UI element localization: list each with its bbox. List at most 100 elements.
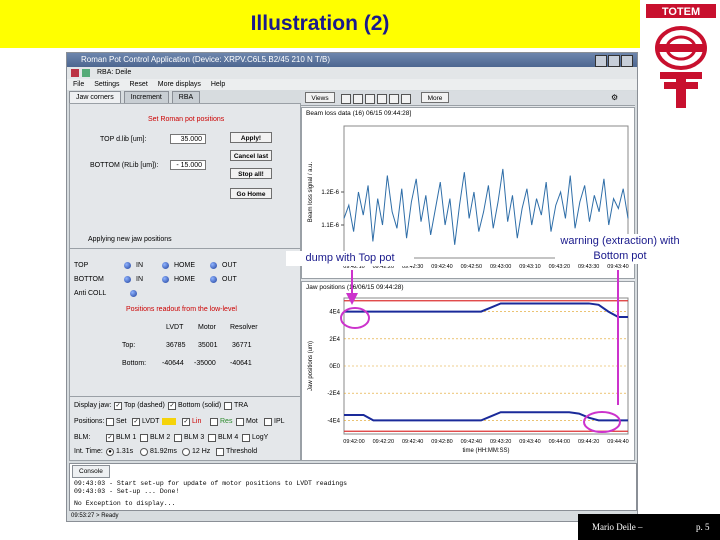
- chart-toolbar: Views More ⚙: [301, 91, 635, 106]
- panel-divider: [70, 248, 300, 249]
- y-tick-label: -2E4: [327, 391, 340, 397]
- bottom-home-led[interactable]: [162, 276, 169, 283]
- toolbar-user: RBA: Deile: [97, 69, 132, 76]
- menu-settings[interactable]: Settings: [94, 81, 119, 88]
- x-tick-label: 09:43:30: [578, 264, 599, 270]
- control-panel: Set Roman pot positions TOP d.lib [um]: …: [69, 103, 301, 461]
- int-12hz-radio[interactable]: [182, 448, 190, 456]
- jaw-chart-title: Jaw positions (16/06/15 09:44:28): [306, 284, 404, 291]
- console-panel: Console 09:43:03 - Start set-up for upda…: [69, 463, 637, 511]
- threshold-checkbox[interactable]: [216, 448, 224, 456]
- tool-icon[interactable]: [353, 94, 363, 104]
- blm2-checkbox[interactable]: [140, 434, 148, 442]
- anti-coll-led[interactable]: [130, 290, 137, 297]
- cancel-last-button[interactable]: Cancel last: [230, 150, 272, 161]
- y-tick-label: 0E0: [329, 364, 340, 370]
- rp-control-window: Roman Pot Control Application (Device: X…: [66, 52, 638, 522]
- bottom-in-led[interactable]: [124, 276, 131, 283]
- apply-button[interactable]: Apply!: [230, 132, 272, 143]
- tool-icon[interactable]: [377, 94, 387, 104]
- top-home-led[interactable]: [162, 262, 169, 269]
- tra-checkbox[interactable]: [224, 402, 232, 410]
- blm3-checkbox[interactable]: [174, 434, 182, 442]
- settings-icon[interactable]: ⚙: [611, 93, 618, 102]
- panel-divider: [70, 396, 300, 397]
- int-8192ms-radio[interactable]: [140, 448, 148, 456]
- x-tick-label: 09:44:20: [578, 439, 599, 445]
- int-131s-radio[interactable]: ●: [106, 448, 114, 456]
- x-tick-label: 09:44:40: [607, 439, 628, 445]
- x-tick-label: 09:43:20: [549, 264, 570, 270]
- readout-top-label: Top:: [122, 342, 136, 349]
- menu-reset[interactable]: Reset: [129, 81, 147, 88]
- logy-checkbox[interactable]: [242, 434, 250, 442]
- go-home-button[interactable]: Go Home: [230, 188, 272, 199]
- bottom-position-label: BOTTOM (RLib [um]):: [90, 162, 159, 169]
- maximize-button[interactable]: [608, 55, 620, 67]
- top-dashed-label: Top (dashed): [124, 402, 165, 409]
- pos-lvdt-checkbox[interactable]: ✓: [132, 418, 140, 426]
- x-tick-label: 09:42:00: [343, 439, 364, 445]
- blm4-checkbox[interactable]: [208, 434, 216, 442]
- minimize-button[interactable]: [595, 55, 607, 67]
- positions-label: Positions:: [74, 418, 105, 425]
- pos-lin-checkbox[interactable]: ✓: [182, 418, 190, 426]
- top-out-label: OUT: [222, 262, 237, 269]
- top-out-led[interactable]: [210, 262, 217, 269]
- threshold-label: Threshold: [226, 448, 258, 455]
- y-axis-label: Jaw positions (um): [308, 341, 314, 391]
- pos-lvdt-label: LVDT: [142, 418, 160, 425]
- bottom-position-input[interactable]: - 15.000: [170, 160, 206, 170]
- pos-ipl-checkbox[interactable]: [264, 418, 272, 426]
- pos-set-checkbox[interactable]: [106, 418, 114, 426]
- views-button[interactable]: Views: [305, 92, 335, 103]
- readout-col-motor: Motor: [198, 324, 216, 331]
- bottom-out-led[interactable]: [210, 276, 217, 283]
- tool-icon[interactable]: [365, 94, 375, 104]
- jaw-chart: 4E4 2E4 0E0 -2E4 -4E4 Jaw positions (um) 09:42…: [308, 297, 629, 454]
- app-toolbar: RBA: Deile: [67, 67, 637, 79]
- blm1-checkbox[interactable]: ✓: [106, 434, 114, 442]
- jaw-chart-box: Jaw positions (16/06/15 09:44:28) 4E4 2E4…: [301, 281, 635, 461]
- pos-set-label: Set: [116, 418, 127, 425]
- more-button[interactable]: More: [421, 92, 449, 103]
- menu-more-displays[interactable]: More displays: [158, 81, 201, 88]
- toolbar-icon[interactable]: [71, 69, 79, 77]
- menu-help[interactable]: Help: [211, 81, 225, 88]
- top-position-input[interactable]: 35.000: [170, 134, 206, 144]
- pos-res-label: Res: [220, 418, 233, 425]
- y-tick-label: 4E4: [329, 310, 340, 316]
- pos-mot-swatch: [162, 418, 176, 425]
- x-tick-label: 09:42:80: [431, 439, 452, 445]
- footer-author: Mario Deile –: [592, 522, 643, 532]
- slide-title: Illustration (2): [250, 12, 390, 35]
- tool-icon[interactable]: [341, 94, 351, 104]
- console-line: 09:43:03 - Set-up ... Done!: [74, 488, 180, 495]
- y-axis-label: Beam loss signal / a.u.: [308, 161, 314, 222]
- top-in-led[interactable]: [124, 262, 131, 269]
- close-button[interactable]: [621, 55, 633, 67]
- int-8192ms-label: 81.92ms: [150, 448, 177, 455]
- window-titlebar: Roman Pot Control Application (Device: X…: [67, 53, 637, 67]
- x-tick-label: 09:42:20: [373, 439, 394, 445]
- int-12hz-label: 12 Hz: [192, 448, 211, 455]
- top-dashed-checkbox[interactable]: ✓: [114, 402, 122, 410]
- y-tick-label: 1.1E-6: [321, 223, 339, 229]
- bottom-solid-checkbox[interactable]: ✓: [168, 402, 176, 410]
- toolbar-icon[interactable]: [82, 69, 90, 77]
- logy-label: LogY: [252, 434, 269, 441]
- x-tick-label: 09:43:10: [519, 264, 540, 270]
- bottom-in-label: IN: [136, 276, 143, 283]
- tab-console[interactable]: Console: [72, 465, 110, 478]
- pos-mot-checkbox[interactable]: [236, 418, 244, 426]
- pos-res-checkbox[interactable]: [210, 418, 218, 426]
- stop-all-button[interactable]: Stop all!: [230, 168, 272, 179]
- top-home-label: HOME: [174, 262, 195, 269]
- tool-icon[interactable]: [389, 94, 399, 104]
- y-tick-label: -4E4: [327, 418, 340, 424]
- menu-file[interactable]: File: [73, 81, 84, 88]
- tool-icon[interactable]: [401, 94, 411, 104]
- status-bar: 09:53:27 > Ready: [67, 511, 637, 521]
- bottom-out-label: OUT: [222, 276, 237, 283]
- x-tick-label: 09:43:40: [519, 439, 540, 445]
